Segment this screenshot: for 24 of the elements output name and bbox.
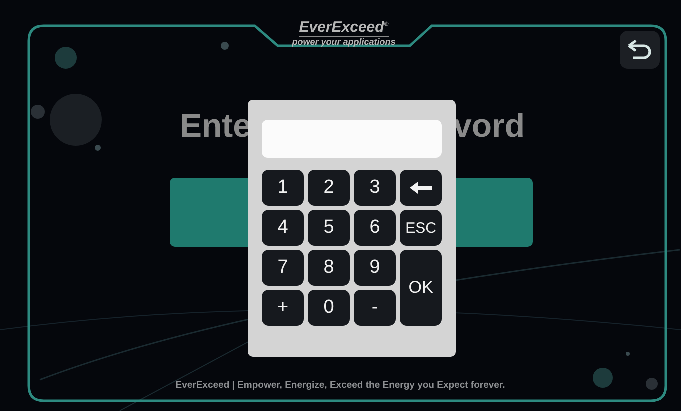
- left-arrow-icon: [410, 182, 432, 194]
- keypad-key[interactable]: 5: [308, 210, 350, 246]
- keypad-key[interactable]: 7: [262, 250, 304, 286]
- keypad-key[interactable]: OK: [400, 250, 442, 326]
- keypad-key[interactable]: 4: [262, 210, 304, 246]
- title-text: Ente: [180, 106, 252, 146]
- keypad-key[interactable]: 9: [354, 250, 396, 286]
- keypad-key[interactable]: -: [354, 290, 396, 326]
- back-button[interactable]: [620, 31, 660, 69]
- footer-slogan: EverExceed | Empower, Energize, Exceed the Energy you Expect forever.: [174, 380, 506, 391]
- title-text: vord: [453, 106, 525, 146]
- keypad-key[interactable]: 8: [308, 250, 350, 286]
- keypad-key[interactable]: ESC: [400, 210, 442, 246]
- keypad-key[interactable]: 3: [354, 170, 396, 206]
- backspace-key[interactable]: [400, 170, 442, 206]
- back-icon: [627, 40, 653, 60]
- brand-logo: EverExceed$^{®}$: [299, 17, 389, 37]
- keypad-key[interactable]: 0: [308, 290, 350, 326]
- keypad-key[interactable]: 6: [354, 210, 396, 246]
- password-input-field[interactable]: [262, 120, 442, 158]
- brand-tagline: power your applications: [292, 37, 396, 48]
- keypad-key[interactable]: +: [262, 290, 304, 326]
- keypad-key[interactable]: 2: [308, 170, 350, 206]
- keypad-key[interactable]: 1: [262, 170, 304, 206]
